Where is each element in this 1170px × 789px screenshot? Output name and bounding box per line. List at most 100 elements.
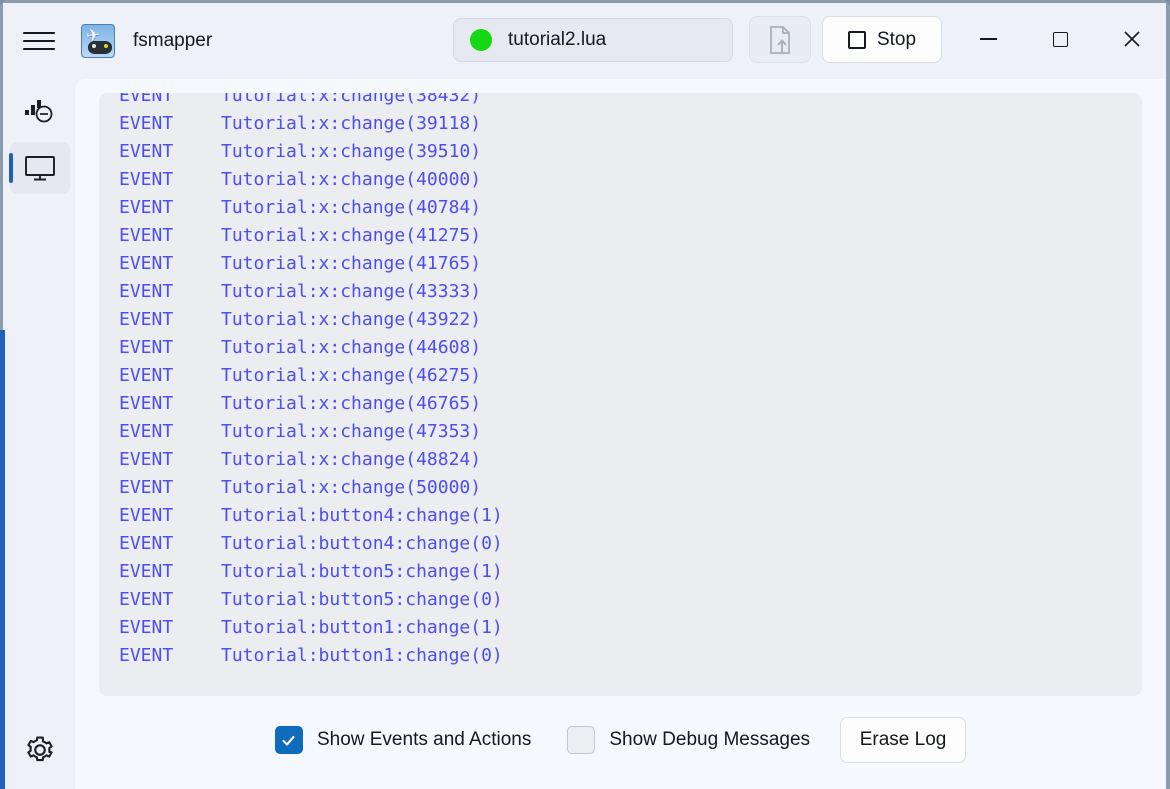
log-line-level: EVENT: [119, 617, 174, 638]
monitor-screen-icon: [25, 156, 55, 181]
log-line-message: Tutorial:x:change(40000): [221, 169, 482, 190]
log-line: EVENT Tutorial:x:change(39118): [99, 110, 1142, 138]
log-line-level: EVENT: [119, 253, 174, 274]
sidebar-item-settings[interactable]: [10, 724, 70, 776]
log-line-message: Tutorial:x:change(46275): [221, 365, 482, 386]
log-line-level: EVENT: [119, 505, 174, 526]
gauge-meter-icon: [25, 100, 53, 123]
log-line: EVENT Tutorial:x:change(39510): [99, 138, 1142, 166]
show-events-checkbox[interactable]: Show Events and Actions: [274, 726, 532, 754]
log-line: EVENT Tutorial:x:change(41275): [99, 222, 1142, 250]
erase-log-label: Erase Log: [859, 729, 947, 750]
log-line: EVENT Tutorial:button1:change(0): [99, 642, 1142, 670]
log-line-message: Tutorial:button4:change(0): [221, 533, 503, 554]
show-events-label: Show Events and Actions: [316, 729, 532, 750]
log-line-message: Tutorial:x:change(40784): [221, 197, 482, 218]
log-line-level: EVENT: [119, 225, 174, 246]
fsmapper-app-logo: ✈: [81, 24, 115, 58]
log-line: EVENT Tutorial:x:change(40784): [99, 194, 1142, 222]
log-line: EVENT Tutorial:x:change(41765): [99, 250, 1142, 278]
script-selector[interactable]: tutorial2.lua: [453, 18, 733, 62]
log-line-message: Tutorial:button1:change(0): [221, 645, 503, 666]
log-line: EVENT Tutorial:x:change(40000): [99, 166, 1142, 194]
log-line-message: Tutorial:x:change(48824): [221, 449, 482, 470]
minimize-button[interactable]: [953, 3, 1023, 75]
log-line-message: Tutorial:x:change(46765): [221, 393, 482, 414]
open-script-button[interactable]: [749, 16, 811, 63]
window-accent-strip: [0, 330, 5, 789]
log-line-message: Tutorial:button4:change(1): [221, 505, 503, 526]
close-button[interactable]: [1097, 3, 1167, 75]
gamepad-icon: [88, 41, 112, 54]
log-line-level: EVENT: [119, 309, 174, 330]
log-line-level: EVENT: [119, 365, 174, 386]
log-line: EVENT Tutorial:x:change(43922): [99, 306, 1142, 334]
log-line: EVENT Tutorial:button1:change(1): [99, 614, 1142, 642]
hamburger-menu-icon[interactable]: [23, 26, 59, 56]
log-line: EVENT Tutorial:x:change(46765): [99, 390, 1142, 418]
log-line-message: Tutorial:x:change(44608): [221, 337, 482, 358]
close-icon: [1124, 31, 1140, 47]
log-line-level: EVENT: [119, 561, 174, 582]
sidebar-item-dashboard[interactable]: [10, 86, 70, 138]
log-line-level: EVENT: [119, 393, 174, 414]
log-line: EVENT Tutorial:x:change(46275): [99, 362, 1142, 390]
log-line-level: EVENT: [119, 197, 174, 218]
log-line: EVENT Tutorial:button5:change(0): [99, 586, 1142, 614]
maximize-icon: [1052, 31, 1068, 47]
log-line-message: Tutorial:x:change(39118): [221, 113, 482, 134]
log-line-level: EVENT: [119, 141, 174, 162]
log-line-message: Tutorial:button5:change(0): [221, 589, 503, 610]
log-line-message: Tutorial:x:change(38432): [221, 93, 482, 106]
app-window: ✈ fsmapper tutorial2.lua Stop EVENT Tuto…: [0, 0, 1170, 789]
script-name-label: tutorial2.lua: [508, 29, 607, 50]
log-line-level: EVENT: [119, 113, 174, 134]
show-debug-checkbox[interactable]: Show Debug Messages: [567, 726, 810, 754]
window-border-right: [1166, 0, 1170, 789]
log-line-level: EVENT: [119, 449, 174, 470]
sidebar-selection-indicator: [9, 153, 13, 183]
log-line: EVENT Tutorial:x:change(50000): [99, 474, 1142, 502]
log-line-message: Tutorial:x:change(41765): [221, 253, 482, 274]
log-line-message: Tutorial:x:change(39510): [221, 141, 482, 162]
log-line: EVENT Tutorial:x:change(48824): [99, 446, 1142, 474]
log-line: EVENT Tutorial:x:change(38432): [99, 93, 1142, 110]
event-log-panel[interactable]: EVENT Tutorial:x:change(38432) EVENT Tutori…: [99, 93, 1142, 696]
stop-square-icon: [847, 30, 866, 49]
log-line: EVENT Tutorial:x:change(43333): [99, 278, 1142, 306]
stop-button-label: Stop: [876, 28, 917, 50]
log-line-level: EVENT: [119, 93, 174, 106]
log-controls-bar: Show Events and Actions Show Debug Messa…: [99, 709, 1142, 771]
log-line-level: EVENT: [119, 533, 174, 554]
log-line-message: Tutorial:button5:change(1): [221, 561, 503, 582]
log-line-message: Tutorial:button1:change(1): [221, 617, 503, 638]
main-content: EVENT Tutorial:x:change(38432) EVENT Tutori…: [75, 79, 1166, 789]
log-line-level: EVENT: [119, 337, 174, 358]
log-line: EVENT Tutorial:button4:change(1): [99, 502, 1142, 530]
log-line-message: Tutorial:x:change(41275): [221, 225, 482, 246]
log-line-level: EVENT: [119, 169, 174, 190]
checkmark-icon: [282, 735, 296, 746]
log-line-message: Tutorial:x:change(47353): [221, 421, 482, 442]
app-title: fsmapper: [133, 30, 213, 51]
log-line-level: EVENT: [119, 645, 174, 666]
log-line: EVENT Tutorial:button5:change(1): [99, 558, 1142, 586]
log-line: EVENT Tutorial:x:change(47353): [99, 418, 1142, 446]
log-line-message: Tutorial:x:change(43922): [221, 309, 482, 330]
erase-log-button[interactable]: Erase Log: [840, 717, 967, 763]
sidebar-item-console[interactable]: [9, 142, 70, 194]
log-line-level: EVENT: [119, 477, 174, 498]
log-line: EVENT Tutorial:x:change(44608): [99, 334, 1142, 362]
script-running-status-dot: [470, 29, 492, 51]
maximize-button[interactable]: [1025, 3, 1095, 75]
stop-button[interactable]: Stop: [822, 16, 942, 63]
log-line-level: EVENT: [119, 421, 174, 442]
show-events-checkbox-box: [274, 726, 303, 754]
show-debug-checkbox-box: [567, 726, 596, 754]
event-log-lines: EVENT Tutorial:x:change(38432) EVENT Tutori…: [99, 93, 1142, 670]
log-line-message: Tutorial:x:change(50000): [221, 477, 482, 498]
file-upload-icon: [770, 25, 790, 54]
log-line-level: EVENT: [119, 281, 174, 302]
log-line: EVENT Tutorial:button4:change(0): [99, 530, 1142, 558]
log-line-message: Tutorial:x:change(43333): [221, 281, 482, 302]
